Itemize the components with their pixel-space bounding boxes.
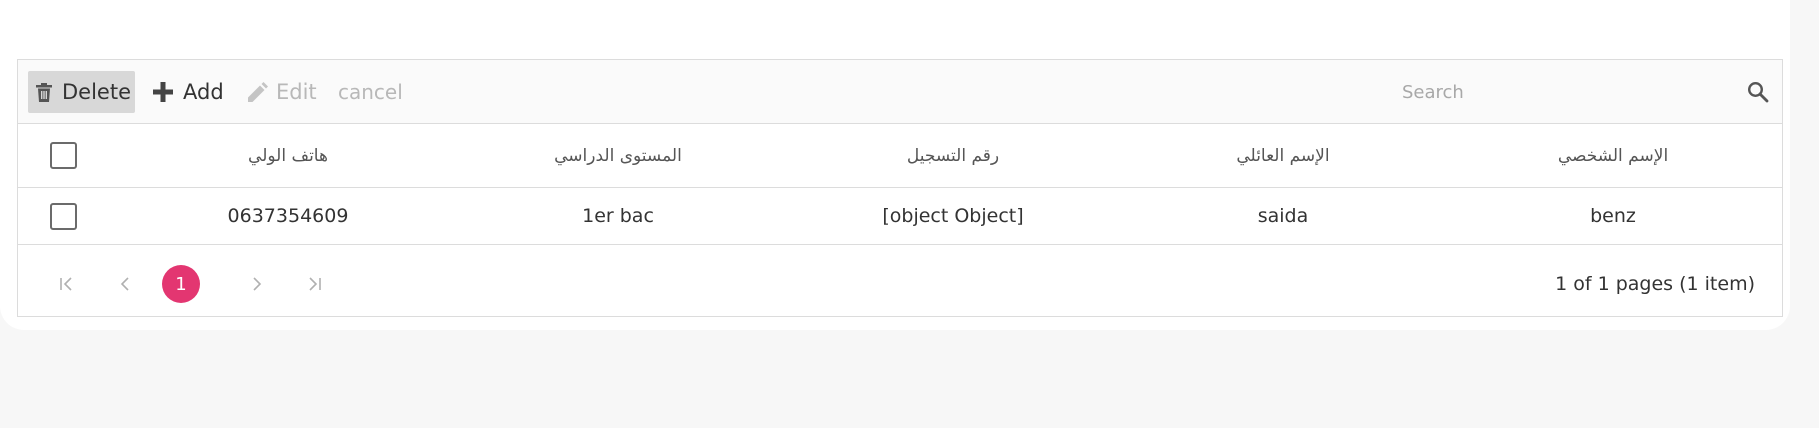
data-grid: Delete Add Edit cancel Search هاتف الولي… [17,59,1783,317]
last-page-button[interactable] [295,265,333,303]
column-header-first-name[interactable]: الإسم الشخصي [1478,124,1748,187]
cell-registration-number: [object Object] [882,205,1024,227]
table-row[interactable]: 0637354609 1er bac [object Object] saida… [18,188,1782,245]
trash-icon [36,82,52,102]
column-header-guardian-phone[interactable]: هاتف الولي [188,124,388,187]
pager-info: 1 of 1 pages (1 item) [1555,273,1755,295]
add-label: Add [183,80,224,104]
row-select-cell [18,188,108,244]
add-button[interactable]: Add [153,71,243,113]
table-header-row: هاتف الولي المستوى الدراسي رقم التسجيل ا… [18,124,1782,188]
search-icon[interactable] [1746,80,1770,104]
cancel-label: cancel [338,80,403,104]
edit-button[interactable]: Edit [248,71,338,113]
page-first-icon [59,276,75,292]
column-header-registration-number[interactable]: رقم التسجيل [818,124,1088,187]
cell-study-level: 1er bac [582,205,654,227]
row-select-checkbox[interactable] [49,202,77,230]
column-header-study-level[interactable]: المستوى الدراسي [488,124,748,187]
content-card: Delete Add Edit cancel Search هاتف الولي… [0,0,1790,330]
chevron-right-icon [248,276,264,292]
pencil-icon [248,82,268,102]
page-number-button[interactable]: 1 [162,265,200,303]
cancel-button[interactable]: cancel [338,71,418,113]
plus-icon [153,82,173,102]
select-all-cell [18,124,108,187]
cell-first-name: benz [1590,205,1636,227]
cell-last-name: saida [1257,205,1309,227]
grid-toolbar: Delete Add Edit cancel Search [18,60,1782,124]
delete-label: Delete [62,80,131,104]
previous-page-button[interactable] [107,265,145,303]
pager: 1 1 of 1 pages (1 item) [18,245,1782,318]
next-page-button[interactable] [237,265,275,303]
select-all-checkbox[interactable] [49,142,77,169]
column-header-last-name[interactable]: الإسم العائلي [1148,124,1418,187]
search-box [1402,70,1782,114]
edit-label: Edit [276,80,317,104]
delete-button[interactable]: Delete [28,71,135,113]
page-last-icon [306,276,322,292]
first-page-button[interactable] [48,265,86,303]
cell-guardian-phone: 0637354609 [227,205,349,227]
search-input[interactable] [1402,70,1742,114]
chevron-left-icon [118,276,134,292]
